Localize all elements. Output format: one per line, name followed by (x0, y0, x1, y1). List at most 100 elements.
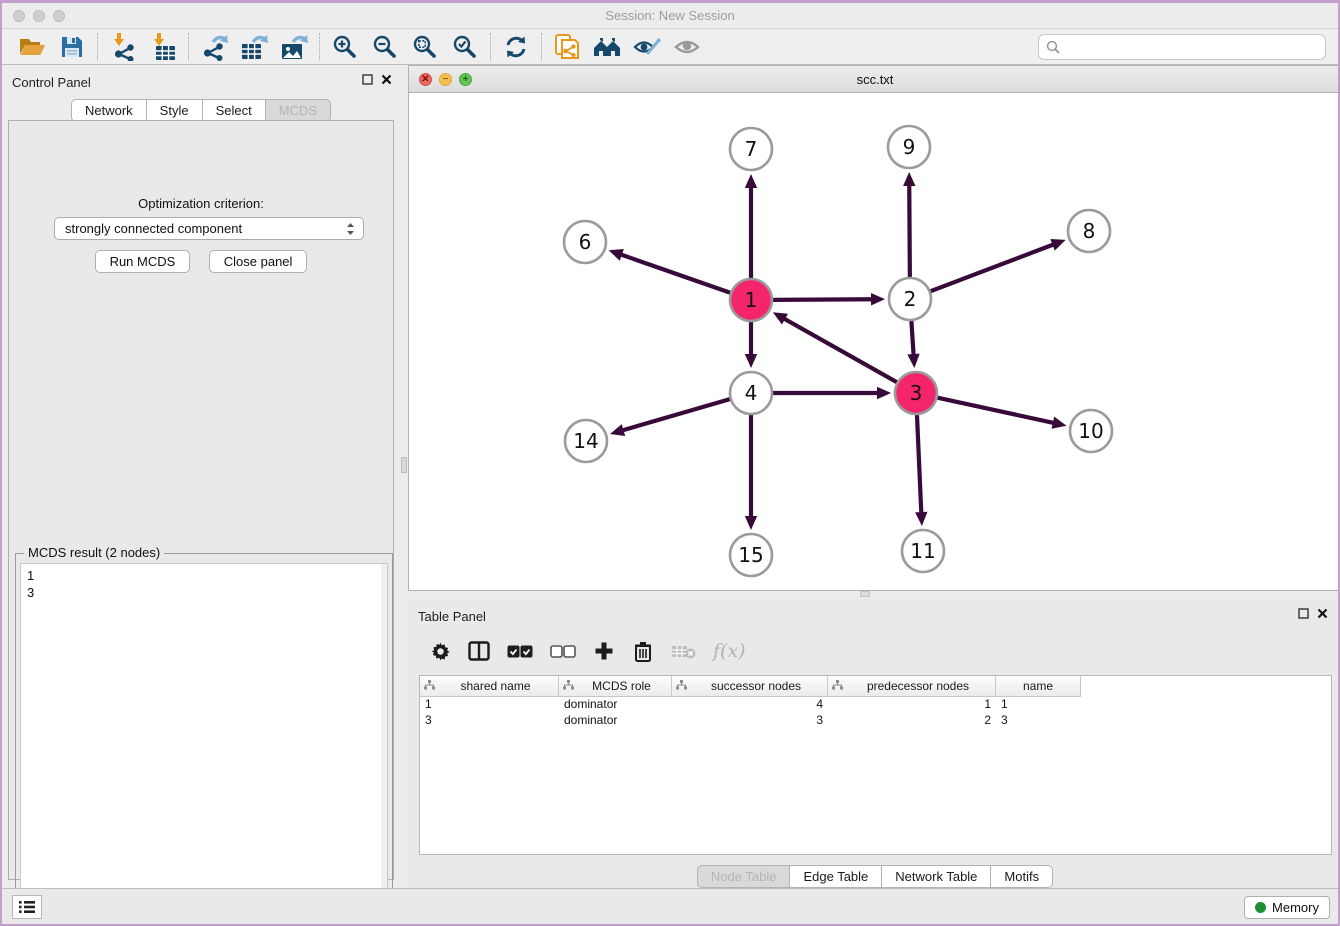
zoom-out-icon[interactable] (365, 32, 405, 62)
close-table-panel-icon[interactable] (1317, 608, 1328, 619)
gear-icon[interactable] (429, 641, 451, 662)
refresh-icon[interactable] (496, 32, 536, 62)
control-panel: Control Panel NetworkStyleSelectMCDS Opt… (2, 65, 400, 888)
table-row[interactable]: 3dominator323 (420, 713, 1331, 729)
horizontal-splitter-handle[interactable] (860, 591, 870, 597)
tab-select[interactable]: Select (202, 99, 266, 122)
tab-network-table[interactable]: Network Table (881, 865, 991, 888)
hierarchy-icon (676, 679, 689, 693)
close-panel-button[interactable]: Close panel (209, 250, 308, 273)
edge-2-3[interactable] (911, 321, 913, 356)
tab-mcds[interactable]: MCDS (265, 99, 331, 122)
save-session-icon[interactable] (52, 32, 92, 62)
deselect-all-icon[interactable] (550, 645, 576, 658)
mcds-panel: Optimization criterion: strongly connect… (8, 120, 394, 880)
export-network-icon[interactable] (194, 32, 234, 62)
hide-details-icon[interactable] (627, 32, 667, 62)
add-column-icon[interactable] (593, 641, 615, 661)
memory-status-icon (1255, 902, 1266, 913)
hierarchy-icon (424, 679, 437, 693)
arrowhead-icon (609, 249, 624, 261)
cell-successor-nodes[interactable]: 3 (672, 713, 828, 729)
control-panel-title: Control Panel (12, 75, 91, 90)
edge-1-6[interactable] (620, 254, 730, 293)
search-input[interactable] (1038, 34, 1326, 60)
memory-label: Memory (1272, 900, 1319, 915)
table-row[interactable]: 1dominator411 (420, 697, 1331, 713)
column-header-predecessor-nodes[interactable]: predecessor nodes (828, 676, 996, 696)
cell-predecessor-nodes[interactable]: 2 (828, 713, 996, 729)
float-table-panel-icon[interactable] (1298, 608, 1309, 619)
edge-2-9[interactable] (909, 184, 910, 277)
cell-MCDS-role[interactable]: dominator (559, 713, 672, 729)
tab-node-table[interactable]: Node Table (697, 865, 791, 888)
export-table-icon[interactable] (234, 32, 274, 62)
clone-network-icon[interactable] (547, 32, 587, 62)
cell-successor-nodes[interactable]: 4 (672, 697, 828, 713)
function-builder-icon[interactable]: f(x) (713, 640, 746, 662)
arrowhead-icon (745, 174, 757, 188)
cell-shared-name[interactable]: 3 (420, 713, 559, 729)
tab-network[interactable]: Network (71, 99, 147, 122)
edge-4-14[interactable] (622, 399, 730, 431)
zoom-in-icon[interactable] (325, 32, 365, 62)
tab-motifs[interactable]: Motifs (990, 865, 1053, 888)
edge-3-10[interactable] (937, 398, 1054, 423)
select-all-icon[interactable] (507, 645, 533, 658)
memory-button[interactable]: Memory (1244, 896, 1330, 919)
cell-predecessor-nodes[interactable]: 1 (828, 697, 996, 713)
node-label-9: 9 (903, 135, 916, 159)
table-toolbar: f(x) (419, 632, 1331, 670)
title-bar: Session: New Session (2, 3, 1338, 29)
result-scrollbar[interactable] (381, 564, 387, 925)
vertical-splitter[interactable] (400, 65, 408, 888)
edge-2-8[interactable] (931, 244, 1055, 291)
float-panel-icon[interactable] (362, 74, 373, 85)
mcds-result-group: MCDS result (2 nodes) 13 (15, 553, 393, 926)
import-table-icon[interactable] (143, 32, 183, 62)
cell-name[interactable]: 3 (996, 713, 1080, 729)
toolbar-separator (541, 33, 542, 61)
mcds-result-list[interactable]: 13 (20, 563, 388, 926)
window-title: Session: New Session (2, 8, 1338, 23)
cell-shared-name[interactable]: 1 (420, 697, 559, 713)
column-header-name[interactable]: name (996, 676, 1080, 696)
cell-name[interactable]: 1 (996, 697, 1080, 713)
toolbar-separator (490, 33, 491, 61)
arrowhead-icon (1052, 417, 1067, 429)
task-history-button[interactable] (12, 895, 42, 919)
delete-table-icon[interactable] (671, 644, 696, 659)
export-image-icon[interactable] (274, 32, 314, 62)
split-panel-icon[interactable] (468, 641, 490, 661)
edge-3-1[interactable] (783, 318, 897, 382)
node-table[interactable]: shared nameMCDS rolesuccessor nodesprede… (419, 675, 1332, 855)
edge-3-11[interactable] (917, 415, 921, 514)
network-title: scc.txt (409, 72, 1340, 87)
close-panel-icon[interactable] (381, 74, 392, 85)
chevron-updown-icon (345, 220, 356, 241)
tab-style[interactable]: Style (146, 99, 203, 122)
zoom-selected-icon[interactable] (445, 32, 485, 62)
home-icon[interactable] (587, 32, 627, 62)
network-canvas[interactable]: 7968124314101511 (409, 93, 1340, 590)
zoom-fit-icon[interactable] (405, 32, 445, 62)
main-toolbar (2, 30, 1338, 65)
node-label-11: 11 (910, 539, 935, 563)
show-details-icon[interactable] (667, 32, 707, 62)
tab-edge-table[interactable]: Edge Table (789, 865, 882, 888)
app-window: Session: New Session (0, 0, 1340, 926)
optimization-dropdown[interactable]: strongly connected component (54, 217, 364, 240)
arrowhead-icon (903, 172, 915, 186)
edge-1-2[interactable] (773, 299, 873, 300)
column-header-shared-name[interactable]: shared name (420, 676, 559, 696)
splitter-handle[interactable] (401, 457, 407, 473)
column-header-MCDS-role[interactable]: MCDS role (559, 676, 672, 696)
delete-column-icon[interactable] (632, 641, 654, 662)
open-file-icon[interactable] (12, 32, 52, 62)
import-network-icon[interactable] (103, 32, 143, 62)
cell-MCDS-role[interactable]: dominator (559, 697, 672, 713)
run-mcds-button[interactable]: Run MCDS (95, 250, 191, 273)
column-header-successor-nodes[interactable]: successor nodes (672, 676, 828, 696)
arrowhead-icon (1050, 239, 1065, 251)
network-window: ✕ − + scc.txt 7968124314101511 (408, 65, 1340, 591)
